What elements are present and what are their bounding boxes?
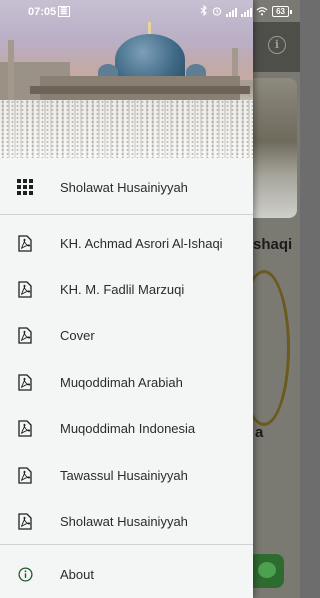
drawer-item-label: Sholawat Husainiyyah	[60, 179, 188, 195]
drawer-item-muqoddimah-indonesia[interactable]: Muqoddimah Indonesia	[0, 405, 253, 451]
info-icon	[17, 565, 33, 583]
alarm-icon	[212, 6, 222, 18]
drawer-item-label: About	[60, 566, 94, 582]
status-time: 07:05	[28, 6, 57, 18]
background-text-fragment: a	[255, 424, 264, 441]
pdf-icon	[17, 512, 33, 530]
divider	[0, 544, 253, 545]
drawer-item-sholawat-husainiyyah[interactable]: Sholawat Husainiyyah	[0, 164, 253, 210]
drawer-item-kh-m-fadlil-marzuqi[interactable]: KH. M. Fadlil Marzuqi	[0, 266, 253, 312]
pdf-icon	[17, 234, 33, 252]
drawer-item-label: Muqoddimah Indonesia	[60, 420, 196, 436]
info-icon[interactable]: i	[268, 36, 286, 54]
drawer-item-label: KH. M. Fadlil Marzuqi	[60, 281, 185, 297]
fab-icon	[258, 562, 276, 578]
status-bar: 07:05 ≣ 63	[0, 0, 300, 24]
notification-icon: ≣	[58, 6, 70, 17]
pdf-icon	[17, 326, 33, 344]
drawer-item-about[interactable]: About	[0, 551, 253, 597]
wifi-icon	[256, 6, 268, 18]
battery-level: 63	[272, 6, 289, 17]
pdf-icon	[17, 373, 33, 391]
navigation-drawer: Sholawat Husainiyyah KH. Achmad Asrori A…	[0, 0, 253, 598]
bluetooth-icon	[200, 4, 208, 18]
drawer-item-tawassul-husainiyyah[interactable]: Tawassul Husainiyyah	[0, 452, 253, 498]
divider	[0, 214, 253, 215]
pdf-icon	[17, 466, 33, 484]
drawer-item-label: KH. Achmad Asrori Al-Ishaqi	[60, 235, 223, 251]
drawer-item-muqoddimah-arabiah[interactable]: Muqoddimah Arabiah	[0, 359, 253, 405]
background-header-image	[253, 78, 297, 218]
drawer-item-sholawat-husainiyyah-pdf[interactable]: Sholawat Husainiyyah	[0, 498, 253, 544]
pdf-icon	[17, 419, 33, 437]
drawer-item-label: Tawassul Husainiyyah	[60, 467, 188, 483]
drawer-item-label: Cover	[60, 327, 95, 343]
drawer-item-kh-achmad-asrori[interactable]: KH. Achmad Asrori Al-Ishaqi	[0, 220, 253, 266]
status-icons: 63	[200, 4, 292, 18]
pdf-icon	[17, 280, 33, 298]
background-title-fragment: shaqi	[253, 236, 293, 253]
signal-icon	[226, 7, 238, 17]
battery-icon: 63	[272, 6, 292, 17]
drawer-item-cover[interactable]: Cover	[0, 312, 253, 358]
grid-icon	[17, 178, 33, 196]
signal-icon	[241, 7, 253, 17]
drawer-item-label: Muqoddimah Arabiah	[60, 374, 183, 390]
drawer-item-label: Sholawat Husainiyyah	[60, 513, 188, 529]
